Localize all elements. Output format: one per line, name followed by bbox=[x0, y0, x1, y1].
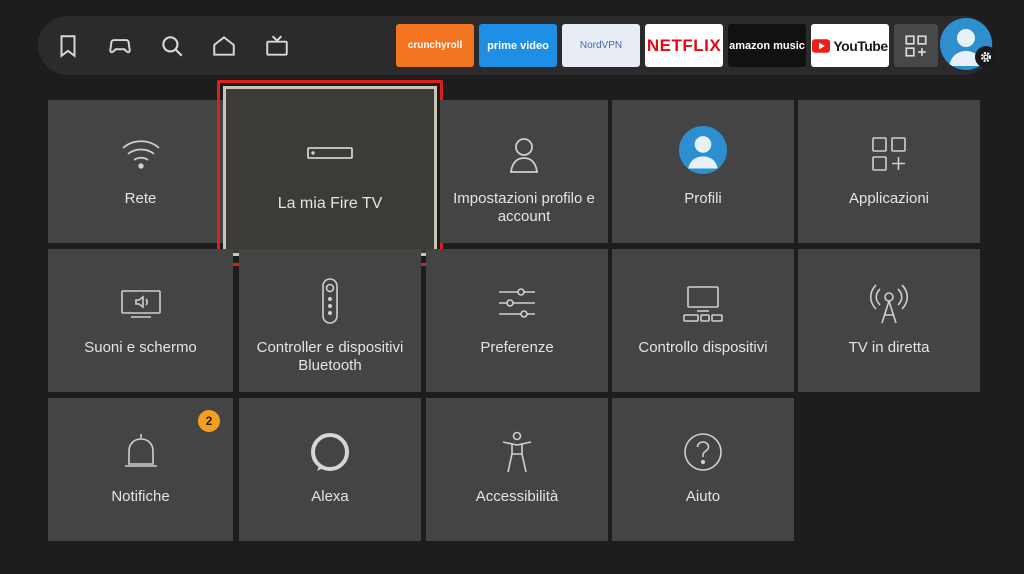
devices-icon bbox=[612, 279, 794, 327]
sliders-icon bbox=[426, 279, 608, 327]
gamepad-icon[interactable] bbox=[102, 28, 138, 64]
tile-alexa-label: Alexa bbox=[311, 488, 349, 505]
settings-gear-icon[interactable] bbox=[975, 46, 997, 68]
tile-impostazioni-profilo-label: Impostazioni profilo e account bbox=[453, 190, 595, 225]
app-youtube[interactable]: YouTube bbox=[811, 24, 889, 67]
app-nordvpn-label: NordVPN bbox=[579, 40, 623, 51]
tile-suoni-schermo[interactable]: Suoni e schermo bbox=[48, 249, 233, 392]
tile-profili-label: Profili bbox=[684, 190, 722, 207]
wifi-icon bbox=[48, 130, 233, 178]
app-prime-video-label: prime video bbox=[487, 39, 549, 52]
youtube-play-icon bbox=[812, 38, 831, 53]
tile-aiuto[interactable]: Aiuto bbox=[612, 398, 794, 541]
profile-avatar-icon bbox=[612, 126, 794, 174]
tile-tv-in-diretta[interactable]: TV in diretta bbox=[798, 249, 980, 392]
tile-applicazioni[interactable]: Applicazioni bbox=[798, 100, 980, 243]
tile-rete-label: Rete bbox=[124, 190, 157, 207]
tile-impostazioni-profilo[interactable]: Impostazioni profilo e account bbox=[440, 100, 608, 243]
accessibility-icon bbox=[426, 428, 608, 476]
tile-rete[interactable]: Rete bbox=[48, 100, 233, 243]
tile-suoni-schermo-label: Suoni e schermo bbox=[84, 339, 197, 356]
apps-grid-icon bbox=[905, 34, 927, 57]
app-crunchyroll[interactable]: crunchyroll bbox=[396, 24, 474, 67]
bell-icon bbox=[48, 428, 233, 476]
tile-controller-bluetooth-label: Controller e dispositivi Bluetooth bbox=[256, 339, 404, 374]
app-crunchyroll-label: crunchyroll bbox=[407, 40, 463, 51]
app-netflix-label: NETFLIX bbox=[646, 35, 722, 55]
alexa-icon bbox=[239, 428, 421, 476]
tile-controller-bluetooth[interactable]: Controller e dispositivi Bluetooth bbox=[239, 249, 421, 392]
remote-icon bbox=[239, 277, 421, 325]
tile-notifiche-label: Notifiche bbox=[111, 488, 170, 505]
tile-applicazioni-label: Applicazioni bbox=[848, 190, 930, 207]
apps-icon bbox=[798, 130, 980, 178]
person-icon bbox=[440, 130, 608, 178]
tile-accessibilita[interactable]: Accessibilità bbox=[426, 398, 608, 541]
app-amazon-music[interactable]: amazon music bbox=[728, 24, 806, 67]
notification-count-badge: 2 bbox=[198, 410, 220, 432]
display-sound-icon bbox=[48, 279, 233, 327]
app-netflix[interactable]: NETFLIX bbox=[645, 24, 723, 67]
tile-profili[interactable]: Profili bbox=[612, 100, 794, 243]
tile-preferenze[interactable]: Preferenze bbox=[426, 249, 608, 392]
live-tv-icon[interactable] bbox=[259, 28, 295, 64]
antenna-icon bbox=[798, 279, 980, 327]
top-navigation-bar: crunchyroll prime video NordVPN NETFLIX … bbox=[38, 16, 993, 75]
all-apps-button[interactable] bbox=[894, 24, 938, 67]
tile-preferenze-label: Preferenze bbox=[480, 339, 554, 356]
tile-tv-in-diretta-label: TV in diretta bbox=[848, 339, 930, 356]
app-amazon-music-label: amazon music bbox=[729, 39, 805, 52]
app-nordvpn[interactable]: NordVPN bbox=[562, 24, 640, 67]
tile-accessibilita-label: Accessibilità bbox=[475, 488, 559, 505]
tile-controllo-dispositivi-label: Controllo dispositivi bbox=[638, 339, 768, 356]
help-icon bbox=[612, 428, 794, 476]
search-icon[interactable] bbox=[154, 28, 190, 64]
tile-controllo-dispositivi[interactable]: Controllo dispositivi bbox=[612, 249, 794, 392]
bookmark-icon[interactable] bbox=[50, 28, 86, 64]
tile-alexa[interactable]: Alexa bbox=[239, 398, 421, 541]
app-youtube-label: YouTube bbox=[833, 37, 888, 54]
home-icon[interactable] bbox=[206, 28, 242, 64]
tile-aiuto-label: Aiuto bbox=[685, 488, 721, 505]
focus-highlight bbox=[217, 80, 443, 266]
app-prime-video[interactable]: prime video bbox=[479, 24, 557, 67]
